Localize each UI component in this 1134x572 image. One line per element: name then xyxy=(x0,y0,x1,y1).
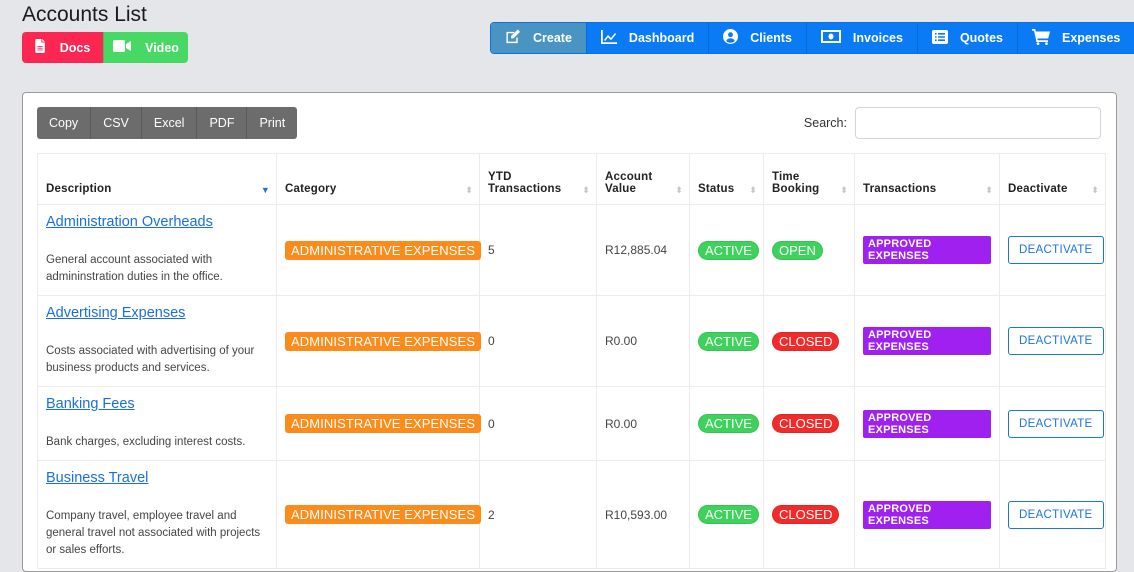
time-booking-badge: CLOSED xyxy=(772,414,840,433)
column-header-time-booking[interactable]: Time Booking ⬍ xyxy=(763,153,855,205)
time-booking-badge: OPEN xyxy=(772,240,823,260)
ytd-transactions: 0 xyxy=(479,295,597,387)
sort-icon: ⬍ xyxy=(675,185,683,195)
table-row: Business Travel Company travel, employee… xyxy=(37,460,1106,569)
nav-clients[interactable]: Clients xyxy=(709,23,807,53)
excel-button[interactable]: Excel xyxy=(141,107,198,139)
video-label: Video xyxy=(145,40,179,55)
column-header-transactions[interactable]: Transactions ⬍ xyxy=(854,153,1000,205)
chart-line-icon xyxy=(600,29,617,47)
list-alt-icon xyxy=(931,29,948,47)
time-booking-badge: CLOSED xyxy=(772,331,840,351)
account-link[interactable]: Advertising Expenses xyxy=(46,305,268,321)
column-header-status[interactable]: Status ⬍ xyxy=(689,153,764,205)
search-input[interactable] xyxy=(855,107,1101,139)
docs-button[interactable]: Docs xyxy=(22,32,103,63)
ytd-transactions: 2 xyxy=(479,460,597,569)
video-icon xyxy=(113,40,132,55)
sort-desc-icon: ▼ xyxy=(260,185,270,195)
deactivate-button[interactable]: DEACTIVATE xyxy=(1008,409,1104,438)
status-badge: ACTIVE xyxy=(698,240,759,260)
page-title: Accounts List xyxy=(22,3,147,26)
account-description: Costs associated with advertising of you… xyxy=(46,345,255,374)
account-description: Bank charges, excluding interest costs. xyxy=(46,436,246,448)
edit-icon xyxy=(505,29,521,47)
category-badge: ADMINISTRATIVE EXPENSES xyxy=(285,414,482,433)
file-icon xyxy=(34,39,46,56)
ytd-transactions: 0 xyxy=(479,386,597,461)
account-description: General account associated with adminins… xyxy=(46,254,223,283)
nav-quotes[interactable]: Quotes xyxy=(917,23,1018,53)
column-header-ytd-transactions[interactable]: YTD Transactions ⬍ xyxy=(479,153,597,205)
nav-clients-label: Clients xyxy=(750,31,792,45)
accounts-card: Copy CSV Excel PDF Print Search: Descrip… xyxy=(22,92,1117,572)
search-label: Search: xyxy=(803,116,847,130)
nav-expenses-label: Expenses xyxy=(1062,31,1121,45)
ytd-transactions: 5 xyxy=(479,204,597,296)
sort-icon: ⬍ xyxy=(840,185,848,195)
sort-icon: ⬍ xyxy=(749,185,757,195)
table-header-row: Description ▼ Category ⬍ YTD Transactions ⬍… xyxy=(37,153,1106,205)
nav-create[interactable]: Create xyxy=(491,23,587,53)
nav-dashboard-label: Dashboard xyxy=(628,31,695,45)
money-bill-icon xyxy=(820,30,841,46)
docs-label: Docs xyxy=(59,40,91,55)
status-badge: ACTIVE xyxy=(698,331,759,351)
csv-button[interactable]: CSV xyxy=(91,107,142,139)
sort-icon: ⬍ xyxy=(985,185,993,195)
nav-invoices[interactable]: Invoices xyxy=(806,23,918,53)
transactions-badge: APPROVED EXPENSES xyxy=(863,327,991,355)
category-badge: ADMINISTRATIVE EXPENSES xyxy=(285,331,482,351)
column-header-category[interactable]: Category ⬍ xyxy=(276,153,480,205)
print-button[interactable]: Print xyxy=(247,107,298,139)
table-row: Banking Fees Bank charges, excluding int… xyxy=(37,386,1106,461)
copy-button[interactable]: Copy xyxy=(37,107,92,139)
nav-create-label: Create xyxy=(533,31,572,45)
category-badge: ADMINISTRATIVE EXPENSES xyxy=(285,240,482,260)
category-badge: ADMINISTRATIVE EXPENSES xyxy=(285,505,482,524)
account-link[interactable]: Banking Fees xyxy=(46,396,268,412)
transactions-badge: APPROVED EXPENSES xyxy=(863,409,991,438)
nav-dashboard[interactable]: Dashboard xyxy=(586,23,710,53)
accounts-table: Description ▼ Category ⬍ YTD Transactions ⬍… xyxy=(37,153,1106,569)
sort-icon: ⬍ xyxy=(582,185,590,195)
deactivate-button[interactable]: DEACTIVATE xyxy=(1008,327,1104,355)
deactivate-button[interactable]: DEACTIVATE xyxy=(1008,236,1104,264)
user-circle-icon xyxy=(723,29,739,47)
nav-quotes-label: Quotes xyxy=(959,31,1003,45)
video-button[interactable]: Video xyxy=(103,32,188,63)
search-wrapper: Search: xyxy=(804,107,1101,139)
sort-icon: ⬍ xyxy=(465,185,473,195)
account-value: R12,885.04 xyxy=(596,204,690,296)
time-booking-badge: CLOSED xyxy=(772,505,840,524)
main-nav: Create Dashboard Clients Invoices Quotes… xyxy=(490,22,1134,54)
account-description: Company travel, employee travel and gene… xyxy=(46,510,261,556)
sort-icon: ⬍ xyxy=(1091,185,1099,195)
account-value: R0.00 xyxy=(596,386,690,461)
column-header-account-value[interactable]: Account Value ⬍ xyxy=(596,153,690,205)
status-badge: ACTIVE xyxy=(698,505,759,524)
transactions-badge: APPROVED EXPENSES xyxy=(863,500,991,529)
account-link[interactable]: Business Travel xyxy=(46,470,268,486)
table-row: Advertising Expenses Costs associated wi… xyxy=(37,295,1106,387)
nav-invoices-label: Invoices xyxy=(852,31,903,45)
deactivate-button[interactable]: DEACTIVATE xyxy=(1008,500,1104,529)
column-header-deactivate[interactable]: Deactivate ⬍ xyxy=(999,153,1106,205)
column-header-description[interactable]: Description ▼ xyxy=(37,153,277,205)
transactions-badge: APPROVED EXPENSES xyxy=(863,236,991,264)
pdf-button[interactable]: PDF xyxy=(197,107,248,139)
table-row: Administration Overheads General account… xyxy=(37,204,1106,296)
account-value: R10,593.00 xyxy=(596,460,690,569)
account-link[interactable]: Administration Overheads xyxy=(46,214,268,230)
help-button-group: Docs Video xyxy=(22,32,188,63)
shopping-cart-icon xyxy=(1032,28,1050,48)
status-badge: ACTIVE xyxy=(698,414,759,433)
nav-expenses[interactable]: Expenses xyxy=(1018,23,1134,53)
account-value: R0.00 xyxy=(596,295,690,387)
export-button-group: Copy CSV Excel PDF Print xyxy=(37,107,298,139)
